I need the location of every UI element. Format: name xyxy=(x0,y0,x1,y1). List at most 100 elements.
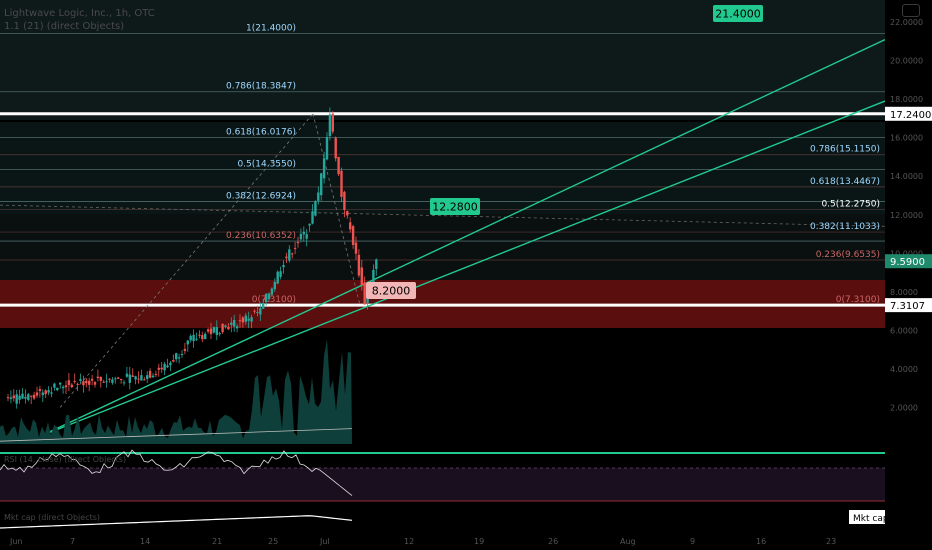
candle-body xyxy=(375,259,378,269)
candle-body xyxy=(244,315,247,322)
price-tick: 14.0000 xyxy=(890,172,923,181)
candle-body xyxy=(253,310,256,312)
time-tick: 23 xyxy=(826,537,836,546)
candle-body xyxy=(175,353,178,360)
time-tick: Jun xyxy=(9,537,23,546)
candle-body xyxy=(343,191,346,210)
fib-left-label: 0.5(14.3550) xyxy=(237,159,296,169)
candle-body xyxy=(331,113,334,132)
fib-right-label: 0.382(11.1033) xyxy=(810,222,880,232)
candle-body xyxy=(241,317,245,323)
candle-body xyxy=(363,282,366,305)
candle-body xyxy=(117,377,120,379)
candle-body xyxy=(90,378,94,381)
time-tick: Jul xyxy=(319,537,330,546)
candle-body xyxy=(296,242,300,244)
price-tick: 18.0000 xyxy=(890,95,923,104)
candle-body xyxy=(285,256,288,259)
candle-body xyxy=(70,384,73,388)
candle-body xyxy=(21,393,24,399)
candle-body xyxy=(111,379,114,383)
fib-left-label: 0.236(10.6352) xyxy=(226,231,296,241)
candle-body xyxy=(233,319,236,327)
candle-body xyxy=(137,378,140,380)
candle-body xyxy=(337,156,340,175)
fib-right-label: 0.236(9.6535) xyxy=(816,250,880,260)
candle-body xyxy=(311,211,314,224)
candle-body xyxy=(96,376,100,379)
candle-body xyxy=(125,373,129,377)
fib-left-label: 1(21.4000) xyxy=(246,24,296,34)
candle-body xyxy=(235,326,239,329)
time-tick: 16 xyxy=(756,537,766,546)
candle-body xyxy=(204,333,207,340)
fullscreen-icon[interactable] xyxy=(902,4,920,17)
price-tag: 9.5900 xyxy=(890,257,925,268)
time-tick: 26 xyxy=(548,537,558,546)
candle-body xyxy=(134,376,137,380)
candle-body xyxy=(102,381,105,383)
candle-body xyxy=(163,363,166,371)
candle-body xyxy=(160,367,163,370)
candle-body xyxy=(279,271,282,277)
candle-body xyxy=(195,338,198,340)
candle-body xyxy=(64,385,68,388)
candle-body xyxy=(41,392,44,396)
candle-body xyxy=(340,170,343,197)
symbol-subtitle: 1.1 (21) (direct Objects) xyxy=(4,21,125,32)
candle-body xyxy=(32,394,36,399)
candle-body xyxy=(230,322,233,325)
candle-body xyxy=(221,323,224,333)
candle-body xyxy=(351,226,355,245)
callout-label: 8.2000 xyxy=(372,285,411,298)
candle-body xyxy=(354,242,358,254)
candle-body xyxy=(99,376,102,381)
candle-body xyxy=(146,375,149,379)
candle-body xyxy=(357,254,361,276)
candle-body xyxy=(317,192,320,201)
candle-body xyxy=(85,380,88,384)
candle-body xyxy=(119,378,123,380)
candle-body xyxy=(177,357,181,359)
candle-body xyxy=(314,201,317,216)
candle-body xyxy=(346,211,349,216)
candle-body xyxy=(201,335,204,340)
candle-body xyxy=(24,396,27,399)
candle-body xyxy=(30,395,33,397)
candle-body xyxy=(12,395,15,399)
price-chart[interactable]: RSI (14, close) (direct Objects)90.1959.… xyxy=(0,0,932,550)
candle-body xyxy=(291,253,294,255)
candle-body xyxy=(79,379,82,382)
candle-body xyxy=(44,390,47,395)
time-tick: 7 xyxy=(70,537,75,546)
candle-body xyxy=(53,383,56,388)
candle-body xyxy=(325,137,329,160)
candle-body xyxy=(50,392,53,394)
time-tick: 19 xyxy=(474,537,484,546)
candle-body xyxy=(88,380,91,385)
callout-label: 12.2800 xyxy=(432,201,478,214)
candle-body xyxy=(192,334,195,342)
candle-body xyxy=(215,327,218,336)
candle-body xyxy=(128,374,131,383)
candle-body xyxy=(273,281,276,290)
time-tick: 25 xyxy=(268,537,278,546)
time-tick: 14 xyxy=(140,537,150,546)
candle-body xyxy=(67,380,71,385)
fib-left-label: 0.618(16.0176) xyxy=(226,127,296,137)
candle-body xyxy=(76,383,79,385)
candle-body xyxy=(227,326,230,330)
candle-body xyxy=(59,382,62,385)
time-tick: 12 xyxy=(404,537,414,546)
candle-body xyxy=(154,373,158,375)
candle-body xyxy=(56,387,59,391)
candle-body xyxy=(189,335,192,341)
candle-body xyxy=(61,386,65,389)
candle-body xyxy=(172,360,175,362)
candle-body xyxy=(299,233,303,240)
candle-body xyxy=(334,137,337,159)
fib-right-label: 0.618(13.4467) xyxy=(810,177,880,187)
candle-body xyxy=(143,379,146,381)
rsi-title: RSI (14, close) (direct Objects) xyxy=(4,455,126,464)
candle-body xyxy=(105,381,108,383)
